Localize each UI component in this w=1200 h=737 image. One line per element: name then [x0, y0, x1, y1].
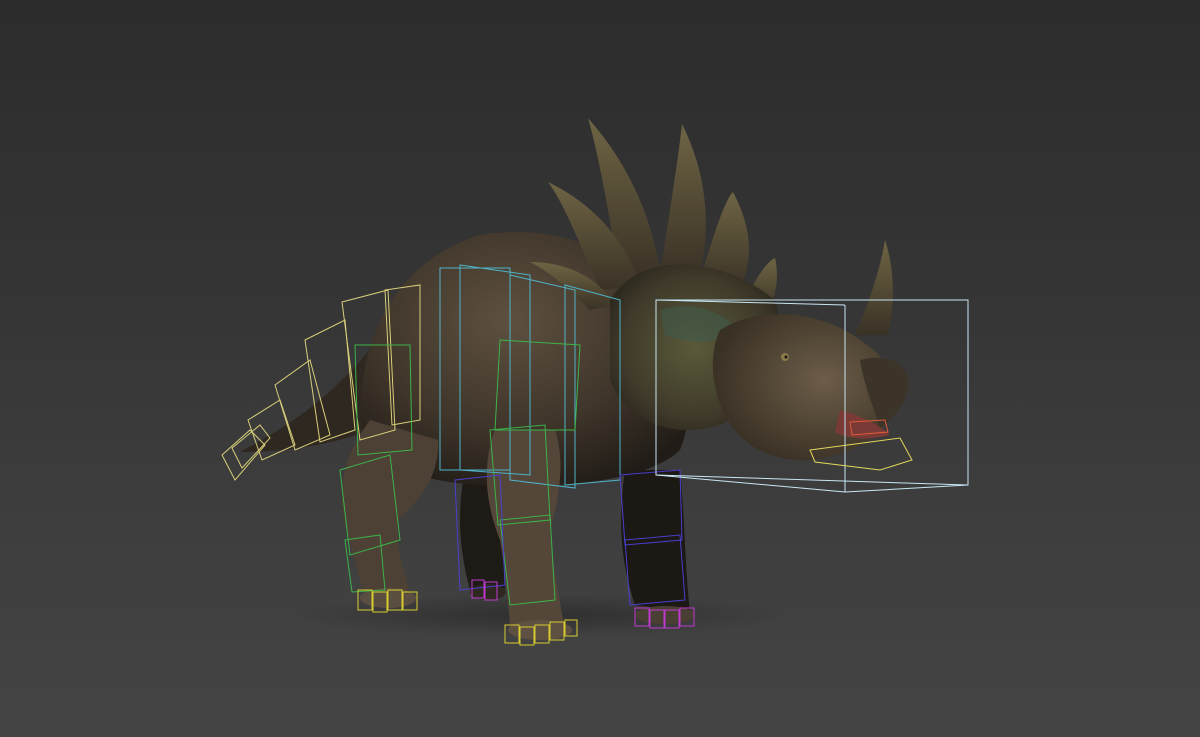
frill-spike-2 — [660, 124, 706, 275]
dino-rear-leg-near — [341, 420, 439, 600]
3d-viewport[interactable] — [0, 0, 1200, 737]
styracosaurus-model[interactable] — [240, 118, 909, 640]
tail-bone-1[interactable] — [221, 429, 266, 481]
dino-foot-front-near — [508, 620, 572, 640]
nose-horn — [855, 240, 893, 335]
dino-front-leg-far — [621, 470, 690, 612]
scene-canvas[interactable] — [0, 0, 1200, 737]
dino-eye-pupil — [784, 355, 788, 359]
